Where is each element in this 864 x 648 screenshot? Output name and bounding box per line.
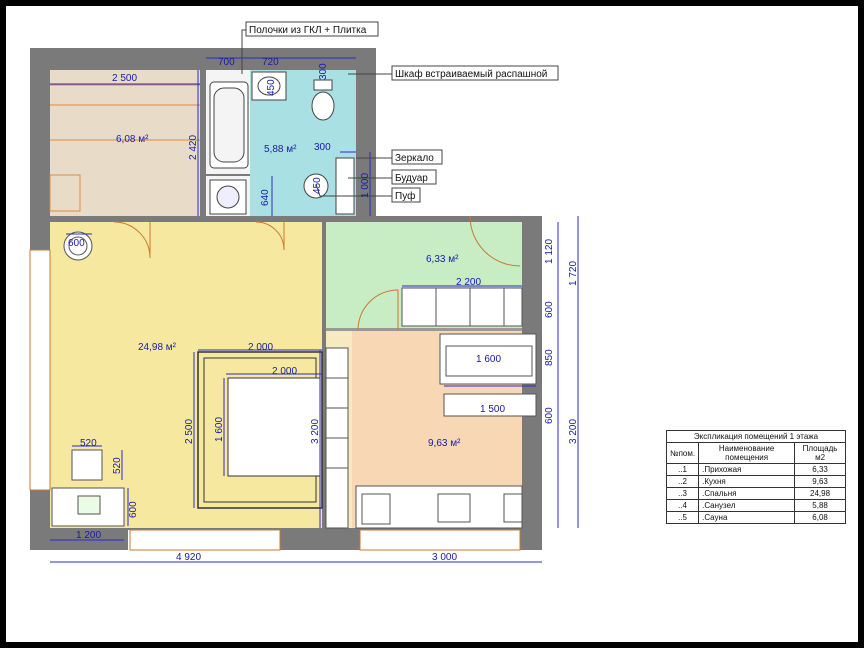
room-legend-table: Экспликация помещений 1 этажа №пом. Наим… <box>665 430 846 524</box>
legend-num: ..3 <box>665 487 700 500</box>
legend-room: .Санузел <box>698 499 796 512</box>
toilet <box>311 79 335 121</box>
dim-label: 850 <box>544 349 555 366</box>
hall-closet <box>401 287 523 327</box>
washing-machine <box>209 179 247 215</box>
dim-label: 2 500 <box>184 419 195 444</box>
legend-area: 6,33 <box>794 463 846 476</box>
legend-room: .Спальня <box>698 487 796 500</box>
callout-mirror: Зеркало <box>395 153 434 164</box>
legend-num: ..2 <box>665 475 700 488</box>
inner-wall <box>200 70 206 220</box>
legend-area: 5,88 <box>794 499 846 512</box>
legend-row: ..4 .Санузел 5,88 <box>665 499 846 512</box>
callout-boudoir: Будуар <box>395 173 428 184</box>
window <box>29 249 51 491</box>
legend-row: ..2 .Кухня 9,63 <box>665 475 846 488</box>
legend-area: 9,63 <box>794 475 846 488</box>
legend-room: .Кухня <box>698 475 796 488</box>
window <box>129 529 281 551</box>
wardrobe-bedroom <box>325 347 349 529</box>
callout-pouf: Пуф <box>395 190 415 202</box>
callout-shelves: Полочки из ГКЛ + Плитка <box>249 25 367 36</box>
dim-label: 450 <box>312 177 323 194</box>
legend-num: ..4 <box>665 499 700 512</box>
legend-room: .Сауна <box>698 511 796 524</box>
area-kitchen: 9,63 м² <box>428 438 461 449</box>
inner-wall <box>326 328 522 331</box>
window <box>359 529 521 551</box>
area-sauna: 6,08 м² <box>116 134 149 145</box>
legend-area: 24,98 <box>794 487 846 500</box>
legend-row: ..1 .Прихожая 6,33 <box>665 463 846 476</box>
dim-label: 2 000 <box>248 342 273 353</box>
bathtub <box>209 81 249 169</box>
callout-wardrobe: Шкаф встраиваемый распашной <box>395 68 547 80</box>
dim-label: 600 <box>544 407 555 424</box>
legend-room: .Прихожая <box>698 463 796 476</box>
dim-label: 640 <box>260 189 271 206</box>
dim-label: 3 200 <box>310 419 321 444</box>
dim-label: 600 <box>68 238 85 249</box>
dim-label: 4 920 <box>176 552 201 563</box>
dim-label: 2 500 <box>112 73 137 84</box>
legend-area: 6,08 <box>794 511 846 524</box>
legend-row: ..3 .Спальня 24,98 <box>665 487 846 500</box>
dim-label: 1 200 <box>76 530 101 541</box>
dim-label: 720 <box>262 57 279 68</box>
area-bedroom: 24,98 м² <box>138 342 177 353</box>
legend-num: ..5 <box>665 511 700 524</box>
legend-title: Экспликация помещений 1 этажа <box>666 430 846 443</box>
dim-label: 3 000 <box>432 552 457 563</box>
dim-label: 2 420 <box>188 135 199 160</box>
dim-label: 1 600 <box>214 417 225 442</box>
area-bathroom: 5,88 м² <box>264 144 297 155</box>
kitchen-counter <box>355 485 523 529</box>
dim-label: 1 000 <box>360 173 371 198</box>
dim-label: 3 200 <box>568 419 579 444</box>
dim-label: 1 500 <box>480 404 505 415</box>
dim-label: 2 200 <box>456 277 481 288</box>
dim-label: 520 <box>80 438 97 449</box>
dim-label: 700 <box>218 57 235 68</box>
area-hall: 6,33 м² <box>426 254 459 265</box>
dim-label: 1 600 <box>476 354 501 365</box>
legend-header-num: №пом. <box>665 442 700 464</box>
dim-label: 600 <box>544 301 555 318</box>
dim-label: 300 <box>314 142 331 153</box>
floor-plan: Полочки из ГКЛ + Плитка Шкаф встраиваемы… <box>29 21 579 563</box>
legend-num: ..1 <box>665 463 700 476</box>
dim-label: 300 <box>318 63 329 80</box>
dim-label: 1 120 <box>544 239 555 264</box>
legend-row: ..5 .Сауна 6,08 <box>665 511 846 524</box>
dim-label: 2 000 <box>272 366 297 377</box>
legend-header-name: Наименование помещения <box>698 442 796 464</box>
dim-label: 1 720 <box>568 261 579 286</box>
dim-label: 450 <box>266 79 277 96</box>
inner-wall <box>50 216 376 222</box>
legend-header-area: Площадь м2 <box>794 442 846 464</box>
drawing-canvas: Полочки из ГКЛ + Плитка Шкаф встраиваемы… <box>6 6 858 642</box>
dim-label: 600 <box>128 501 139 518</box>
dim-label: 520 <box>112 457 123 474</box>
